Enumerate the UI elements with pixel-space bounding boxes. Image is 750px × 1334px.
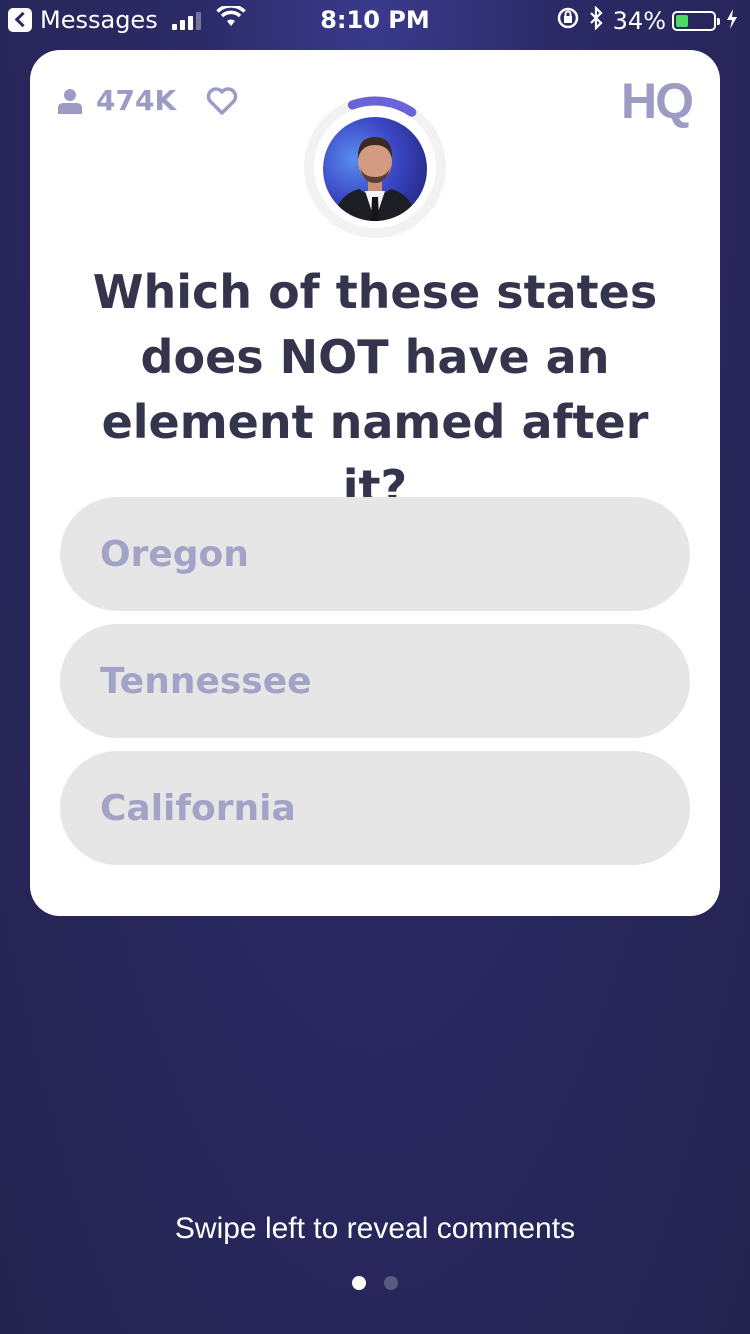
swipe-hint: Swipe left to reveal comments	[174, 1212, 576, 1245]
answer-label: Oregon	[100, 533, 249, 575]
host-avatar	[323, 117, 427, 221]
page-dot-1[interactable]	[352, 1276, 366, 1290]
viewer-count-value: 474K	[96, 84, 177, 117]
orientation-lock-icon	[557, 7, 579, 35]
heart-icon[interactable]	[206, 86, 238, 115]
answer-option-3[interactable]: California	[60, 751, 690, 865]
answer-option-2[interactable]: Tennessee	[60, 624, 690, 738]
answer-label: California	[100, 787, 296, 829]
battery-percent: 34%	[612, 7, 666, 35]
answer-label: Tennessee	[100, 660, 312, 702]
status-bar: Messages 8:10 PM 34%	[0, 0, 750, 42]
battery-icon	[672, 11, 720, 31]
hq-logo: HQ	[621, 73, 694, 129]
viewer-count: 474K	[58, 84, 252, 117]
page-indicator[interactable]	[0, 1276, 750, 1290]
page-dot-2[interactable]	[384, 1276, 398, 1290]
bluetooth-icon	[589, 5, 603, 36]
charging-bolt-icon	[726, 7, 738, 35]
user-icon	[58, 88, 82, 114]
question-card: 474K HQ Which of these states does NOT h…	[30, 50, 720, 916]
question-text: Which of these states does NOT have an e…	[92, 265, 658, 514]
answer-option-1[interactable]: Oregon	[60, 497, 690, 611]
